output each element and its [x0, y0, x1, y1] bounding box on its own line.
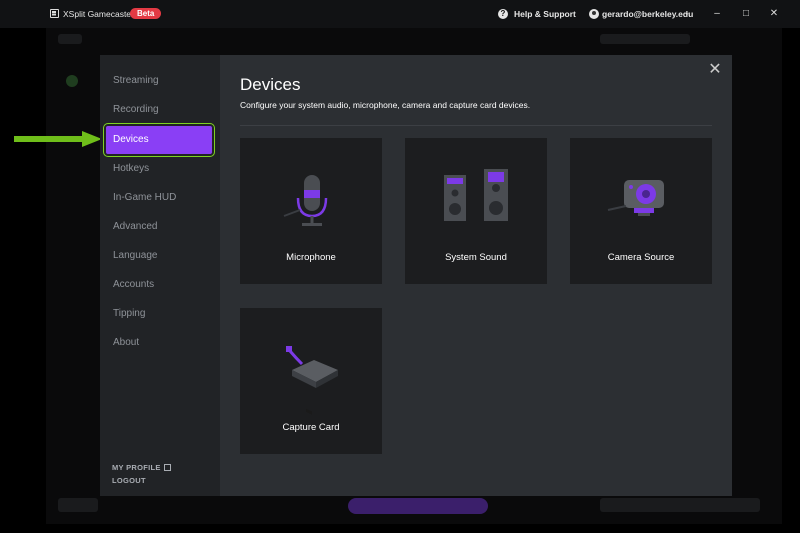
- sidebar-item-in-game-hud[interactable]: In-Game HUD: [106, 184, 212, 212]
- app-logo-icon: [50, 9, 59, 18]
- close-modal-button[interactable]: ✕: [708, 62, 722, 78]
- user-avatar-icon[interactable]: [589, 9, 599, 19]
- sidebar-item-streaming[interactable]: Streaming: [106, 67, 212, 95]
- sidebar-item-tipping[interactable]: Tipping: [106, 300, 212, 328]
- capture-card-card[interactable]: Capture Card: [240, 308, 382, 454]
- minimize-icon[interactable]: –: [710, 7, 724, 21]
- sidebar-item-hotkeys[interactable]: Hotkeys: [106, 155, 212, 183]
- sidebar-item-language[interactable]: Language: [106, 242, 212, 270]
- window-close-icon[interactable]: ✕: [767, 7, 781, 21]
- system-sound-card[interactable]: System Sound: [405, 138, 547, 284]
- background-element: [58, 34, 82, 44]
- external-link-icon: [163, 464, 171, 471]
- page-subtitle: Configure your system audio, microphone,…: [240, 100, 531, 110]
- my-profile-link[interactable]: MY PROFILE: [112, 463, 171, 472]
- maximize-icon[interactable]: □: [739, 7, 753, 21]
- sidebar-item-accounts[interactable]: Accounts: [106, 271, 212, 299]
- settings-modal: Streaming Recording Devices Hotkeys In-G…: [100, 55, 732, 496]
- page-title: Devices: [240, 75, 301, 94]
- background-element: [58, 498, 98, 512]
- microphone-icon: [283, 175, 328, 226]
- title-bar: XSplit Gamecaster Beta ? Help & Support …: [0, 0, 800, 28]
- settings-sidebar: Streaming Recording Devices Hotkeys In-G…: [100, 55, 220, 496]
- camera-source-card[interactable]: Camera Source: [570, 138, 712, 284]
- background-element: [600, 34, 690, 44]
- microphone-card[interactable]: Microphone: [240, 138, 382, 284]
- speakers-icon: [444, 169, 508, 221]
- camera-source-card-label: Camera Source: [607, 252, 675, 263]
- capture-card-card-label: Capture Card: [282, 422, 340, 433]
- user-email-menu[interactable]: gerardo@berkeley.edu: [602, 9, 693, 19]
- background-go-live-button: [348, 498, 488, 514]
- app-title: XSplit Gamecaster: [63, 9, 134, 19]
- webcam-icon: [607, 180, 664, 216]
- background-element: [600, 498, 760, 512]
- sidebar-item-advanced[interactable]: Advanced: [106, 213, 212, 241]
- help-support-link[interactable]: Help & Support: [514, 9, 576, 19]
- capture-card-icon: [286, 346, 338, 415]
- chevron-down-icon[interactable]: ⌄: [684, 9, 690, 17]
- microphone-card-label: Microphone: [286, 252, 336, 263]
- logout-link[interactable]: LOGOUT: [112, 476, 146, 485]
- sidebar-item-about[interactable]: About: [106, 329, 212, 357]
- sidebar-item-recording[interactable]: Recording: [106, 96, 212, 124]
- system-sound-card-label: System Sound: [445, 252, 507, 263]
- my-profile-label: MY PROFILE: [112, 463, 161, 472]
- beta-badge: Beta: [130, 8, 162, 19]
- sidebar-item-devices[interactable]: Devices: [103, 123, 215, 157]
- divider: [240, 125, 712, 126]
- help-icon[interactable]: ?: [498, 9, 508, 19]
- annotation-arrow-icon: [14, 131, 102, 147]
- background-status-dot: [66, 75, 78, 87]
